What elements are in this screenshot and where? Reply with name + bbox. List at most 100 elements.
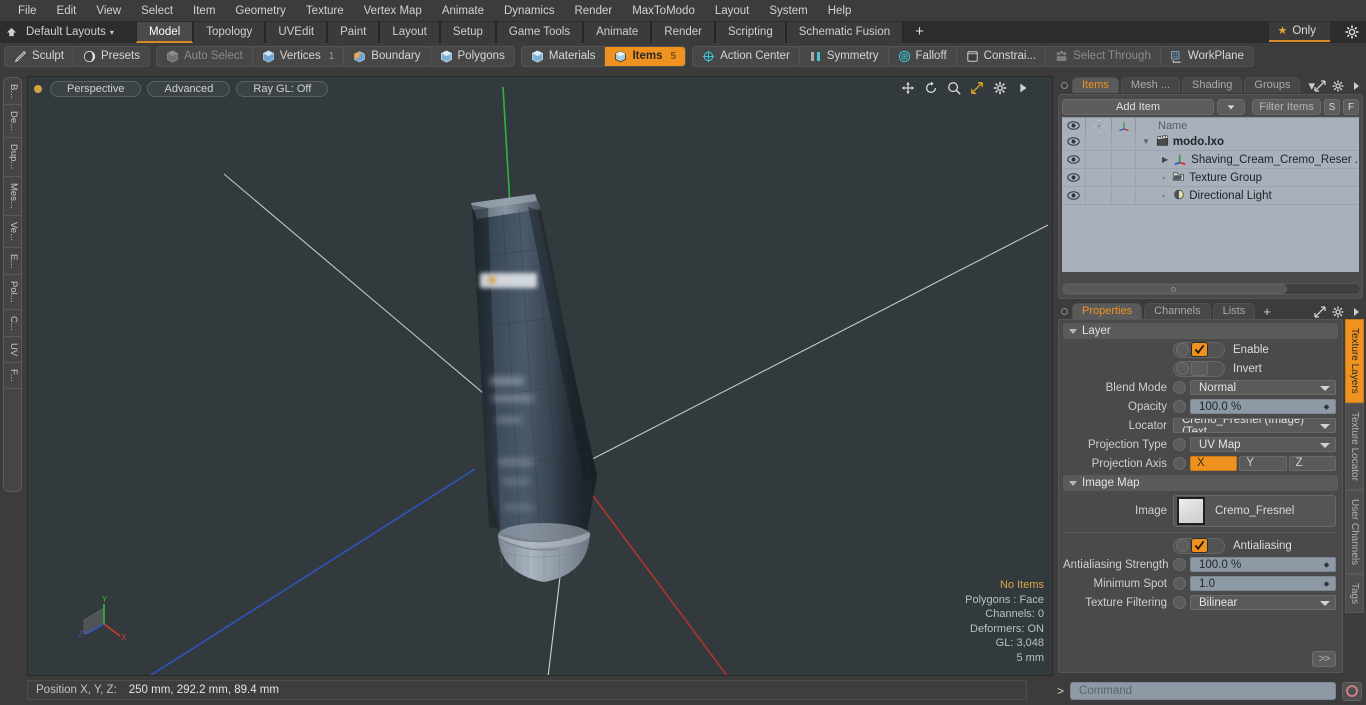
blend-mode-select[interactable]: Normal <box>1190 380 1336 395</box>
left-rail-tab-c[interactable]: C... <box>4 310 21 338</box>
filter-f-button[interactable]: F <box>1343 98 1359 115</box>
viewport-canvas[interactable] <box>28 77 1052 675</box>
home-icon[interactable] <box>0 21 22 43</box>
left-rail-tab-b[interactable]: B... <box>4 78 21 106</box>
layout-tab-game-tools[interactable]: Game Tools <box>495 21 584 43</box>
toolbar-button-sculpt[interactable]: Sculpt <box>5 46 74 66</box>
projection-axis-anim-dot-icon[interactable] <box>1173 457 1186 470</box>
panel-menu-dot-icon[interactable] <box>1061 82 1068 89</box>
toolbar-button-polygons[interactable]: Polygons <box>431 47 514 66</box>
properties-menu-dot-icon[interactable] <box>1061 308 1068 315</box>
fit-icon[interactable] <box>970 81 984 95</box>
left-rail-tab-mes[interactable]: Mes... <box>4 177 21 216</box>
antialiasing-anim-dot-icon[interactable] <box>1176 539 1189 552</box>
projection-axis-y[interactable]: Y <box>1239 456 1287 471</box>
section-header-layer[interactable]: Layer <box>1063 323 1338 339</box>
table-row[interactable]: ▼ modo.lxo <box>1062 132 1359 151</box>
projection-type-anim-dot-icon[interactable] <box>1173 438 1186 451</box>
menu-item-layout[interactable]: Layout <box>705 3 760 19</box>
toolbar-button-workplane[interactable]: WorkPlane <box>1161 47 1253 66</box>
menu-item-help[interactable]: Help <box>818 3 862 19</box>
add-item-dropdown-button[interactable] <box>1217 98 1245 115</box>
layout-tab-scripting[interactable]: Scripting <box>714 21 786 43</box>
toolbar-button-auto-select[interactable]: Auto Select <box>157 46 253 66</box>
row-col-add[interactable] <box>1086 186 1112 205</box>
menu-item-select[interactable]: Select <box>131 3 183 19</box>
gear-icon[interactable] <box>1332 306 1344 318</box>
expander-open-icon[interactable]: ▼ <box>1142 137 1150 146</box>
list-item[interactable]: ▪ Texture Group <box>1136 170 1359 186</box>
layout-tab-schematic-fusion[interactable]: Schematic Fusion <box>785 21 904 43</box>
menu-item-maxtomodo[interactable]: MaxToModo <box>622 3 705 19</box>
gear-icon[interactable] <box>1332 80 1344 92</box>
record-circle-icon[interactable] <box>1342 681 1362 701</box>
rotate-icon[interactable] <box>924 81 938 95</box>
items-tab-items[interactable]: Items <box>1072 77 1119 93</box>
menu-item-texture[interactable]: Texture <box>296 3 354 19</box>
right-rail-tab-tags[interactable]: Tags <box>1345 573 1364 613</box>
opacity-input[interactable]: 100.0 % <box>1190 399 1336 414</box>
texture-filtering-select[interactable]: Bilinear <box>1190 595 1336 610</box>
layout-tab-topology[interactable]: Topology <box>193 21 266 43</box>
eye-icon[interactable] <box>1062 186 1086 205</box>
items-tab-shading[interactable]: Shading <box>1182 77 1243 93</box>
table-row[interactable]: ▪ Texture Group <box>1062 168 1359 187</box>
right-rail-tab-texture-layers[interactable]: Texture Layers <box>1345 319 1364 403</box>
add-item-button[interactable]: Add Item <box>1062 98 1214 115</box>
minimum-spot-input[interactable]: 1.0 <box>1190 576 1336 591</box>
toolbar-button-materials[interactable]: Materials <box>522 46 606 66</box>
invert-anim-dot-icon[interactable] <box>1176 362 1189 375</box>
table-row[interactable]: ▪ Directional Light <box>1062 186 1359 205</box>
spinner-icon[interactable] <box>1319 401 1333 413</box>
eye-icon[interactable] <box>1062 150 1086 169</box>
toolbar-button-falloff[interactable]: Falloff <box>889 46 957 66</box>
left-rail-tab-pol[interactable]: Pol... <box>4 275 21 310</box>
expand-icon[interactable] <box>1314 306 1326 318</box>
expander-closed-icon[interactable]: ▶ <box>1162 155 1168 164</box>
left-rail-tab-ve[interactable]: Ve... <box>4 216 21 248</box>
menu-item-item[interactable]: Item <box>183 3 225 19</box>
list-item[interactable]: ▶ Shaving_Cream_Cremo_Reser ... <box>1136 152 1359 168</box>
menu-item-file[interactable]: File <box>8 3 47 19</box>
row-col-axis[interactable] <box>1112 168 1136 187</box>
menu-item-animate[interactable]: Animate <box>432 3 494 19</box>
aa-strength-anim-dot-icon[interactable] <box>1173 558 1186 571</box>
antialiasing-toggle[interactable] <box>1173 537 1225 554</box>
left-rail-tab-e[interactable]: E... <box>4 248 21 275</box>
layout-tab-setup[interactable]: Setup <box>439 21 496 43</box>
viewport-shading-button[interactable]: Advanced <box>147 80 231 97</box>
properties-tab-channels[interactable]: Channels <box>1144 303 1211 319</box>
menu-item-edit[interactable]: Edit <box>47 3 87 19</box>
list-item[interactable]: ▼ modo.lxo <box>1136 134 1359 150</box>
menu-item-render[interactable]: Render <box>564 3 622 19</box>
left-rail-tab-dup[interactable]: Dup... <box>4 138 21 177</box>
row-col-add[interactable] <box>1086 168 1112 187</box>
layout-tab-model[interactable]: Model <box>135 21 194 43</box>
menu-item-view[interactable]: View <box>86 3 131 19</box>
image-select[interactable]: Cremo_Fresnel <box>1173 495 1336 527</box>
panel-arrow-icon[interactable] <box>1350 80 1362 92</box>
right-rail-tab-texture-locator[interactable]: Texture Locator <box>1345 402 1364 490</box>
panel-arrow-icon[interactable] <box>1350 306 1362 318</box>
texture-filtering-anim-dot-icon[interactable] <box>1173 596 1186 609</box>
invert-checkbox[interactable] <box>1191 361 1208 376</box>
toolbar-button-vertices[interactable]: Vertices 1 <box>253 46 345 66</box>
toolbar-button-action-center[interactable]: Action Center <box>693 46 800 66</box>
properties-tab-properties[interactable]: Properties <box>1072 303 1143 319</box>
right-rail-tab-user-channels[interactable]: User Channels <box>1345 489 1364 574</box>
menu-item-vertex-map[interactable]: Vertex Map <box>354 3 432 19</box>
viewport-menu-dot-icon[interactable] <box>34 84 42 93</box>
invert-toggle[interactable] <box>1173 360 1225 377</box>
more-options-button[interactable]: >> <box>1312 651 1336 667</box>
list-item[interactable]: ▪ Directional Light <box>1136 188 1359 204</box>
row-col-axis[interactable] <box>1112 132 1136 151</box>
chevron-down-icon[interactable]: ▾ <box>110 28 114 37</box>
layout-preset-label[interactable]: Default Layouts <box>22 26 106 38</box>
toolbar-button-items[interactable]: Items 5 <box>605 46 686 66</box>
blend-mode-anim-dot-icon[interactable] <box>1173 381 1186 394</box>
expand-icon[interactable] <box>1314 80 1326 92</box>
eye-icon[interactable] <box>1062 132 1086 151</box>
projection-axis-x[interactable]: X <box>1190 456 1238 471</box>
row-col-add[interactable] <box>1086 150 1112 169</box>
opacity-anim-dot-icon[interactable] <box>1173 400 1186 413</box>
